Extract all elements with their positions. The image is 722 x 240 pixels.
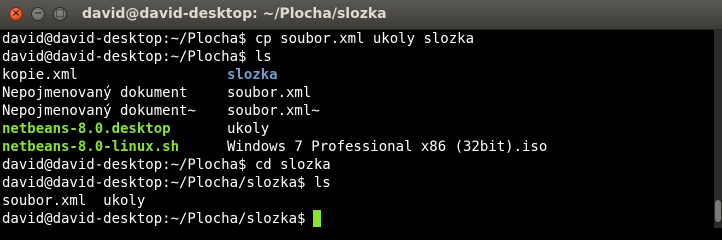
terminal-window: × − □ david@david-desktop: ~/Plocha/sloz… <box>0 0 722 228</box>
terminal-line: david@david-desktop:~/Plocha$ cd slozka <box>2 156 714 174</box>
scrollbar-thumb[interactable] <box>715 200 721 222</box>
shell-prompt: david@david-desktop:~/Plocha/slozka$ <box>2 175 306 191</box>
shell-prompt: david@david-desktop:~/Plocha$ <box>2 31 247 47</box>
file-entry: Windows 7 Professional x86 (32bit).iso <box>227 139 548 155</box>
file-entry: ukoly <box>227 121 270 137</box>
shell-prompt: david@david-desktop:~/Plocha$ <box>2 157 247 173</box>
minimize-button[interactable]: − <box>31 7 45 21</box>
terminal-line: soubor.xml ukoly <box>2 192 714 210</box>
close-icon: × <box>11 8 21 19</box>
title-bar[interactable]: × − □ david@david-desktop: ~/Plocha/sloz… <box>0 0 722 30</box>
file-entry: Nepojmenovaný dokument~ <box>2 103 196 119</box>
file-entry: soubor.xml <box>227 85 312 101</box>
executable-entry: netbeans-8.0-linux.sh <box>2 139 180 155</box>
command-text: cp soubor.xml ukoly slozka <box>246 31 475 47</box>
maximize-button[interactable]: □ <box>53 7 67 21</box>
directory-entry: slozka <box>227 67 278 83</box>
ls-row: netbeans-8.0.desktop ukoly <box>2 120 714 138</box>
scrollbar[interactable] <box>714 30 722 228</box>
file-entry: Nepojmenovaný dokument <box>2 85 188 101</box>
maximize-icon: □ <box>55 8 65 19</box>
terminal-line: david@david-desktop:~/Plocha$ ls <box>2 48 714 66</box>
command-text: cd slozka <box>246 157 331 173</box>
shell-prompt: david@david-desktop:~/Plocha/slozka$ <box>2 211 306 227</box>
file-entry: soubor.xml~ <box>227 103 320 119</box>
minimize-icon: − <box>33 8 43 19</box>
command-text: ls <box>246 49 272 65</box>
ls-row: netbeans-8.0-linux.sh Windows 7 Professio… <box>2 138 714 156</box>
executable-entry: netbeans-8.0.desktop <box>2 121 171 137</box>
terminal-line: david@david-desktop:~/Plocha$ cp soubor.… <box>2 30 714 48</box>
window-title: david@david-desktop: ~/Plocha/slozka <box>82 6 387 22</box>
close-button[interactable]: × <box>9 7 23 21</box>
terminal-line: david@david-desktop:~/Plocha/slozka$ <box>2 210 714 228</box>
terminal-output[interactable]: david@david-desktop:~/Plocha$ cp soubor.… <box>0 30 714 228</box>
ls-row: Nepojmenovaný dokument~ soubor.xml~ <box>2 102 714 120</box>
terminal-cursor <box>313 210 322 227</box>
ls-output: soubor.xml ukoly <box>2 193 146 209</box>
command-text: ls <box>305 175 331 191</box>
terminal-line: david@david-desktop:~/Plocha/slozka$ ls <box>2 174 714 192</box>
file-entry: kopie.xml <box>2 67 78 83</box>
ls-row: Nepojmenovaný dokument soubor.xml <box>2 84 714 102</box>
shell-prompt: david@david-desktop:~/Plocha$ <box>2 49 247 65</box>
ls-row: kopie.xml slozka <box>2 66 714 84</box>
